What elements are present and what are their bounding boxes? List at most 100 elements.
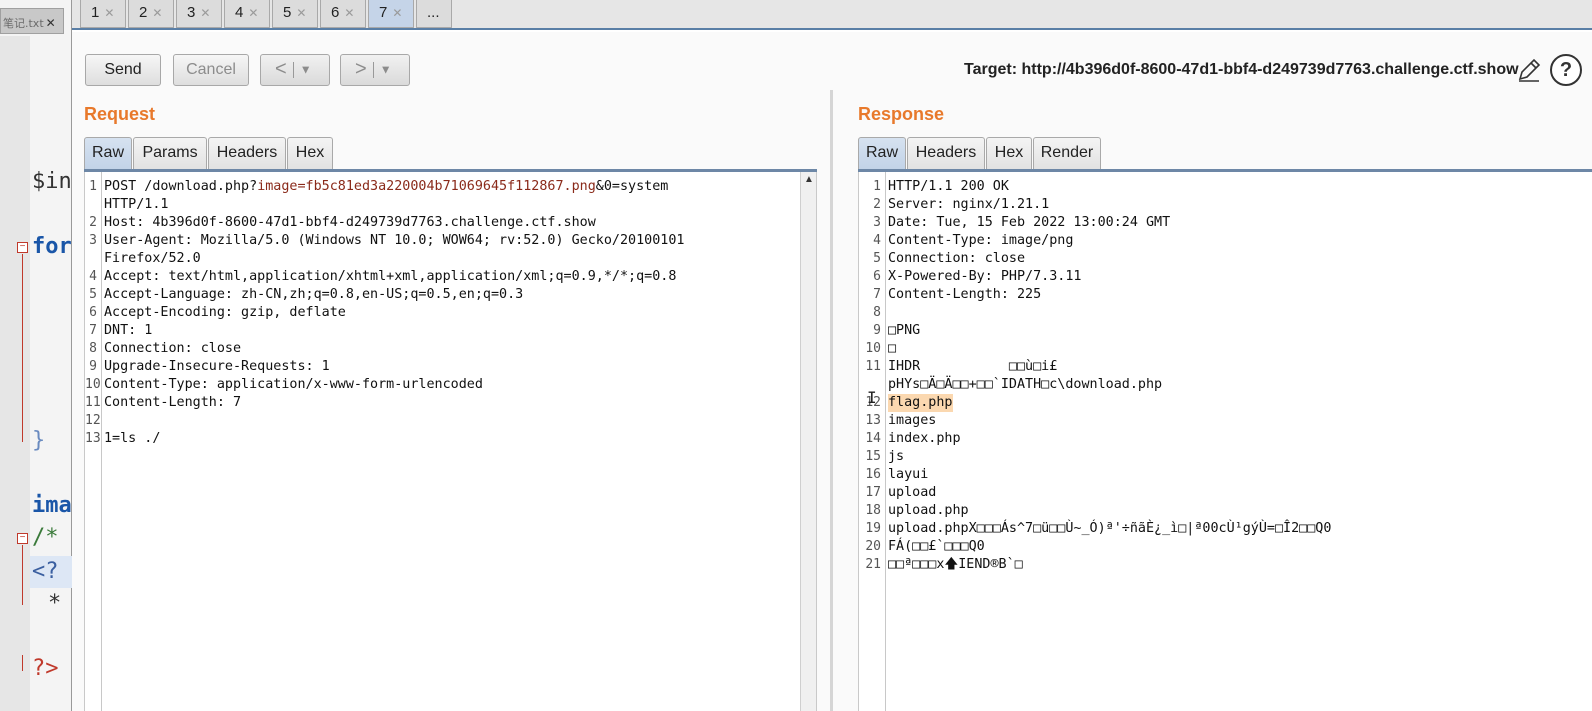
repeater-tab-bar: 1 ✕ 2 ✕ 3 ✕ 4 ✕ 5 ✕ 6 ✕ 7 ✕ ... — [72, 0, 1592, 30]
repeater-tab-label: 4 — [235, 4, 244, 21]
close-icon[interactable]: ✕ — [392, 6, 402, 20]
response-line: upload — [888, 485, 937, 500]
line-number: 13 — [865, 413, 881, 428]
request-segment: DNT: 1 — [104, 323, 153, 338]
response-line: Content-Type: image/png — [888, 233, 1074, 248]
tab-headers[interactable]: Headers — [208, 137, 286, 169]
forward-button[interactable]: > ▼ — [340, 54, 410, 86]
editor-file-tab-label: 笔记.txt — [3, 17, 44, 30]
line-number: 18 — [865, 503, 881, 518]
repeater-tab[interactable]: 6 ✕ — [320, 0, 366, 28]
repeater-tab[interactable]: 2 ✕ — [128, 0, 174, 28]
request-segment: POST /download.php? — [104, 179, 258, 194]
request-line: Connection: close — [104, 340, 241, 358]
response-line: upload.phpX□□□Ás^7□ü□□Ù~_Ó)ª'÷ñãÈ¿_ì□|ª0… — [888, 521, 1332, 536]
response-line: FÁ(□□£`□□□Q0 — [888, 539, 985, 554]
repeater-tab[interactable]: 1 ✕ — [80, 0, 126, 28]
request-scrollbar[interactable]: ▲ — [800, 172, 816, 711]
back-arrow-icon: < — [275, 58, 287, 80]
response-line: upload.php — [888, 503, 969, 518]
editor-line: ima — [32, 493, 72, 518]
response-line: IHDR □□ù□i£ — [888, 359, 1058, 374]
tab-raw[interactable]: Raw — [858, 137, 906, 169]
fold-guide — [22, 655, 23, 671]
repeater-tab[interactable]: 5 ✕ — [272, 0, 318, 28]
editor-line: $in — [32, 169, 72, 194]
tab-raw[interactable]: Raw — [84, 137, 132, 169]
send-button[interactable]: Send — [85, 54, 161, 86]
request-line: Accept-Encoding: gzip, deflate — [104, 304, 346, 322]
editor-file-tab[interactable]: 笔记.txt ✕ — [0, 8, 64, 34]
line-number: 2 — [89, 215, 97, 230]
cancel-button[interactable]: Cancel — [173, 54, 249, 86]
request-segment: &0=system — [595, 179, 669, 194]
tab-hex[interactable]: Hex — [986, 137, 1032, 169]
response-title: Response — [858, 104, 945, 124]
repeater-tab-label: 5 — [283, 4, 292, 21]
line-number: 5 — [89, 287, 97, 302]
line-number: 16 — [865, 467, 881, 482]
close-icon[interactable]: ✕ — [248, 6, 258, 20]
tab-render[interactable]: Render — [1033, 137, 1101, 169]
line-number: 1 — [89, 179, 97, 194]
repeater-tab[interactable]: 4 ✕ — [224, 0, 270, 28]
pane-splitter[interactable] — [830, 90, 833, 711]
line-number: 9 — [89, 359, 97, 374]
request-segment: 1=ls ./ — [104, 431, 161, 446]
request-segment: Host: 4b396d0f-8600-47d1-bbf4-d249739d77… — [104, 215, 596, 230]
dropdown-icon: ▼ — [299, 62, 312, 77]
response-line: X-Powered-By: PHP/7.3.11 — [888, 269, 1082, 284]
line-number: 9 — [873, 323, 881, 338]
line-number: 6 — [89, 305, 97, 320]
close-icon[interactable]: ✕ — [344, 6, 354, 20]
editor-line: for — [32, 234, 72, 259]
request-line: Content-Type: application/x-www-form-url… — [104, 376, 483, 394]
request-segment: Upgrade-Insecure-Requests: 1 — [104, 359, 330, 374]
scroll-up-icon[interactable]: ▲ — [804, 174, 814, 185]
request-segment: Accept-Language: zh-CN,zh;q=0.8,en-US;q=… — [104, 287, 524, 302]
request-line: Accept-Language: zh-CN,zh;q=0.8,en-US;q=… — [104, 286, 523, 304]
tab-hex[interactable]: Hex — [287, 137, 333, 169]
request-segment: Accept: text/html,application/xhtml+xml,… — [104, 269, 677, 284]
line-number: 11 — [85, 395, 101, 410]
repeater-tab-more[interactable]: ... — [416, 0, 452, 28]
line-number: 3 — [873, 215, 881, 230]
request-line: POST /download.php?image=fb5c81ed3a22000… — [104, 178, 668, 196]
close-icon[interactable]: ✕ — [152, 6, 162, 20]
line-number: 21 — [865, 557, 881, 572]
request-line: DNT: 1 — [104, 322, 152, 340]
line-number: 19 — [865, 521, 881, 536]
request-segment: Content-Type: application/x-www-form-url… — [104, 377, 483, 392]
close-icon[interactable]: ✕ — [296, 6, 306, 20]
line-number: 10 — [865, 341, 881, 356]
help-icon[interactable]: ? — [1550, 54, 1582, 86]
repeater-tab-label: 2 — [139, 4, 148, 21]
fold-guide — [22, 254, 23, 442]
repeater-tab-active[interactable]: 7 ✕ — [368, 0, 414, 28]
forward-arrow-icon: > — [355, 58, 367, 80]
close-icon[interactable]: ✕ — [200, 6, 210, 20]
editor-line: } — [32, 428, 46, 453]
edit-pencil-icon[interactable] — [1515, 56, 1543, 84]
fold-icon[interactable]: − — [17, 533, 28, 544]
response-line: images — [888, 413, 937, 428]
request-editor[interactable]: ▲ 1 POST /download.php?image=fb5c81ed3a22… — [84, 172, 817, 711]
line-number: 7 — [873, 287, 881, 302]
line-number: 17 — [865, 485, 881, 500]
request-segment: Firefox/52.0 — [104, 251, 201, 266]
response-line: Server: nginx/1.21.1 — [888, 197, 1050, 212]
editor-line: ?> — [32, 656, 59, 681]
fold-guide — [22, 545, 23, 605]
repeater-tab[interactable]: 3 ✕ — [176, 0, 222, 28]
close-icon[interactable]: ✕ — [46, 16, 56, 30]
response-editor[interactable]: 1 HTTP/1.1 200 OK 2 Server: nginx/1.21.1 3 Da… — [858, 172, 1592, 711]
tab-headers[interactable]: Headers — [907, 137, 985, 169]
response-line-selected: flag.php — [888, 394, 953, 412]
tab-params[interactable]: Params — [133, 137, 207, 169]
line-number: 3 — [89, 233, 97, 248]
close-icon[interactable]: ✕ — [104, 6, 114, 20]
back-button[interactable]: < ▼ — [260, 54, 330, 86]
request-segment: image=fb5c81ed3a220004b71069645f112867.p… — [257, 179, 596, 194]
line-number: 4 — [89, 269, 97, 284]
fold-icon[interactable]: − — [17, 242, 28, 253]
